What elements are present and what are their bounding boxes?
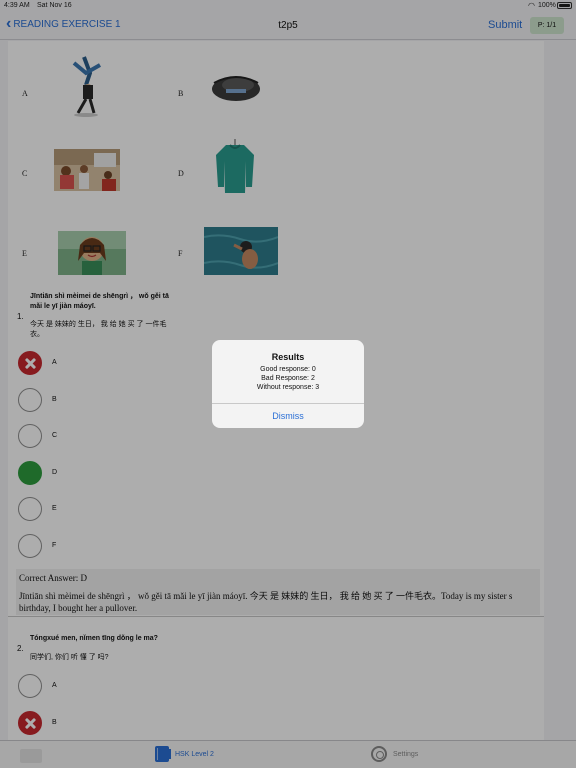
bad-response-count: Bad Response: 2 <box>261 375 315 382</box>
alert-title: Results <box>271 352 305 362</box>
good-response-count: Good response: 0 <box>260 366 316 373</box>
dismiss-button[interactable]: Dismiss <box>212 404 364 428</box>
results-alert: Results Good response: 0 Bad Response: 2… <box>212 340 364 428</box>
without-response-count: Without response: 3 <box>256 384 320 391</box>
